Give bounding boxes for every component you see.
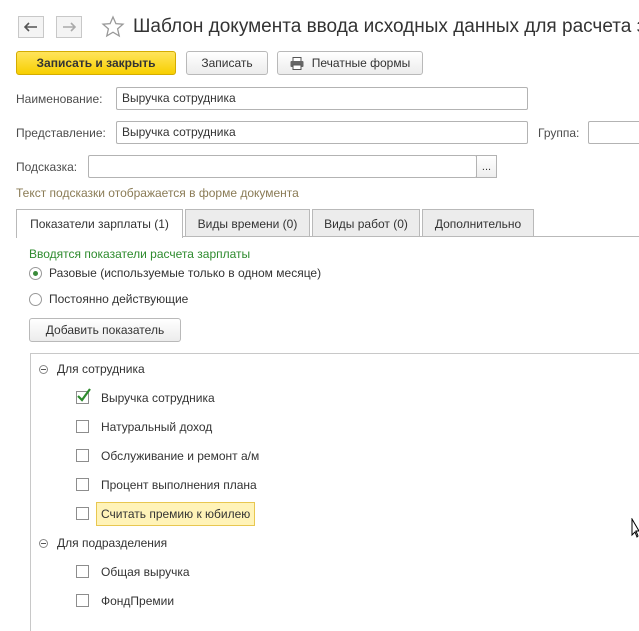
tree-group-label: Для подразделения <box>57 536 168 550</box>
list-item: Натуральный доход <box>101 420 213 434</box>
checkbox-natural-income[interactable] <box>76 420 89 433</box>
tab-work-types[interactable]: Виды работ (0) <box>312 209 420 237</box>
list-item: ФондПремии <box>101 594 175 608</box>
arrow-right-icon <box>63 22 76 32</box>
radio-permanent[interactable] <box>29 293 42 306</box>
group-label: Группа: <box>538 126 580 140</box>
hint-input[interactable] <box>88 155 477 178</box>
checkbox-bonus-fund[interactable] <box>76 594 89 607</box>
checkbox-jubilee-bonus[interactable] <box>76 507 89 520</box>
checkbox-car-service[interactable] <box>76 449 89 462</box>
indicators-section-title: Вводятся показатели расчета зарплаты <box>29 247 251 261</box>
tab-additional[interactable]: Дополнительно <box>422 209 534 237</box>
tree-group-department[interactable]: Для подразделения <box>39 536 167 550</box>
forward-button[interactable] <box>56 16 82 38</box>
star-icon <box>101 15 125 38</box>
radio-one-time[interactable] <box>29 267 42 280</box>
print-forms-label: Печатные формы <box>311 56 411 70</box>
list-item: Общая выручка <box>101 565 190 579</box>
group-input[interactable] <box>588 121 639 144</box>
checkbox-employee-revenue[interactable] <box>76 388 91 404</box>
radio-one-time-label: Разовые (используемые только в одном мес… <box>49 266 322 280</box>
hint-note: Текст подсказки отображается в форме док… <box>16 186 299 200</box>
presentation-label: Представление: <box>16 126 106 140</box>
radio-permanent-label: Постоянно действующие <box>49 292 189 306</box>
presentation-input[interactable]: Выручка сотрудника <box>116 121 528 144</box>
save-and-close-button[interactable]: Записать и закрыть <box>16 51 176 75</box>
tree-group-label: Для сотрудника <box>57 362 145 376</box>
tree-group-employee[interactable]: Для сотрудника <box>39 362 145 376</box>
window-title: Шаблон документа ввода исходных данных д… <box>133 16 639 37</box>
list-item: Обслуживание и ремонт а/м <box>101 449 260 463</box>
list-item: Процент выполнения плана <box>101 478 257 492</box>
print-forms-button[interactable]: Печатные формы <box>277 51 423 75</box>
checkbox-total-revenue[interactable] <box>76 565 89 578</box>
hint-label: Подсказка: <box>16 160 78 174</box>
printer-icon <box>290 56 304 70</box>
favorite-button[interactable] <box>101 15 125 42</box>
name-label: Наименование: <box>16 92 103 106</box>
hint-select-button[interactable]: ... <box>476 155 497 178</box>
mouse-cursor-icon <box>631 518 639 538</box>
name-input[interactable]: Выручка сотрудника <box>116 87 528 110</box>
back-button[interactable] <box>18 16 44 38</box>
checkmark-icon <box>77 388 91 402</box>
add-indicator-button[interactable]: Добавить показатель <box>29 318 181 342</box>
tab-salary-indicators[interactable]: Показатели зарплаты (1) <box>16 209 183 238</box>
arrow-left-icon <box>24 22 37 32</box>
tab-time-types[interactable]: Виды времени (0) <box>185 209 310 237</box>
list-item-selected[interactable]: Считать премию к юбилею <box>96 502 256 526</box>
collapse-icon[interactable] <box>39 538 48 548</box>
list-item: Выручка сотрудника <box>101 391 215 405</box>
save-button[interactable]: Записать <box>186 51 268 75</box>
collapse-icon[interactable] <box>39 364 48 374</box>
checkbox-plan-percent[interactable] <box>76 478 89 491</box>
